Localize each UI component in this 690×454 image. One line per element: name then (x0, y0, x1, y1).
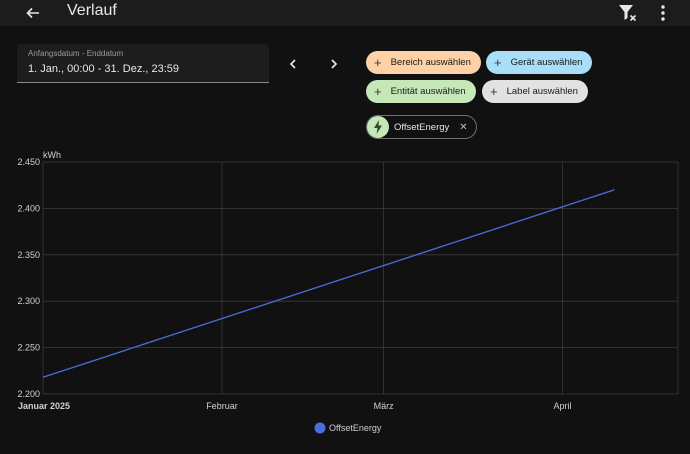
clear-filter-button[interactable] (617, 3, 639, 23)
date-range-value: 1. Jan., 00:00 - 31. Dez., 23:59 (28, 63, 180, 75)
choose-device-chip[interactable]: + Gerät auswählen (486, 51, 593, 74)
x-tick-label: April (554, 401, 572, 411)
remove-entity-icon[interactable]: ✕ (459, 122, 467, 133)
filter-remove-icon (619, 5, 637, 22)
y-axis-ticks: 2.450 2.400 2.350 2.300 2.250 2.200 (17, 157, 40, 399)
y-tick-label: 2.400 (17, 203, 40, 213)
previous-period-button[interactable] (282, 53, 304, 75)
choose-label-label: Label auswählen (506, 86, 578, 97)
chevron-right-icon (331, 59, 338, 69)
y-tick-label: 2.300 (17, 296, 40, 306)
choose-label-chip[interactable]: + Label auswählen (482, 80, 588, 103)
selected-entity-chip[interactable]: OffsetEnergy ✕ (366, 115, 477, 139)
choose-device-label: Gerät auswählen (510, 57, 583, 68)
choose-area-chip[interactable]: + Bereich auswählen (366, 51, 481, 74)
chart-series (42, 189, 615, 378)
x-axis-ticks: Januar 2025 Februar März April (18, 401, 572, 411)
top-app-bar: Verlauf (0, 0, 690, 26)
legend-label: OffsetEnergy (329, 423, 382, 433)
lightning-bolt-icon (367, 116, 389, 138)
selected-entity-label: OffsetEnergy (394, 121, 450, 133)
x-tick-label: Februar (206, 401, 238, 411)
y-tick-label: 2.250 (17, 343, 40, 353)
choose-entity-chip[interactable]: + Entität auswählen (366, 80, 476, 103)
overflow-menu-button[interactable] (655, 3, 671, 23)
page-title: Verlauf (67, 2, 117, 19)
chart-grid (42, 161, 679, 395)
dots-vertical-icon (661, 5, 665, 21)
plus-icon: + (494, 55, 502, 70)
series-line-offsetenergy[interactable] (42, 189, 615, 378)
y-tick-label: 2.350 (17, 250, 40, 260)
x-tick-label: Januar 2025 (18, 401, 70, 411)
plus-icon: + (374, 55, 382, 70)
back-button[interactable] (22, 2, 44, 24)
chart-legend[interactable]: OffsetEnergy (314, 422, 382, 434)
date-range-picker[interactable]: Anfangsdatum - Enddatum 1. Jan., 00:00 -… (17, 44, 269, 83)
date-range-label: Anfangsdatum - Enddatum (28, 49, 124, 58)
choose-area-label: Bereich auswählen (390, 57, 471, 68)
legend-swatch (314, 422, 326, 434)
y-tick-label: 2.450 (17, 157, 40, 167)
y-tick-label: 2.200 (17, 389, 40, 399)
choose-entity-label: Entität auswählen (390, 86, 466, 97)
chevron-left-icon (289, 59, 296, 69)
x-tick-label: März (374, 401, 394, 411)
y-axis-unit: kWh (43, 150, 61, 160)
plus-icon: + (490, 84, 498, 99)
arrow-left-icon (26, 7, 39, 19)
history-chart: 2.450 2.400 2.350 2.300 2.250 2.200 Januar 20… (17, 150, 679, 434)
plus-icon: + (374, 84, 382, 99)
next-period-button[interactable] (323, 53, 345, 75)
